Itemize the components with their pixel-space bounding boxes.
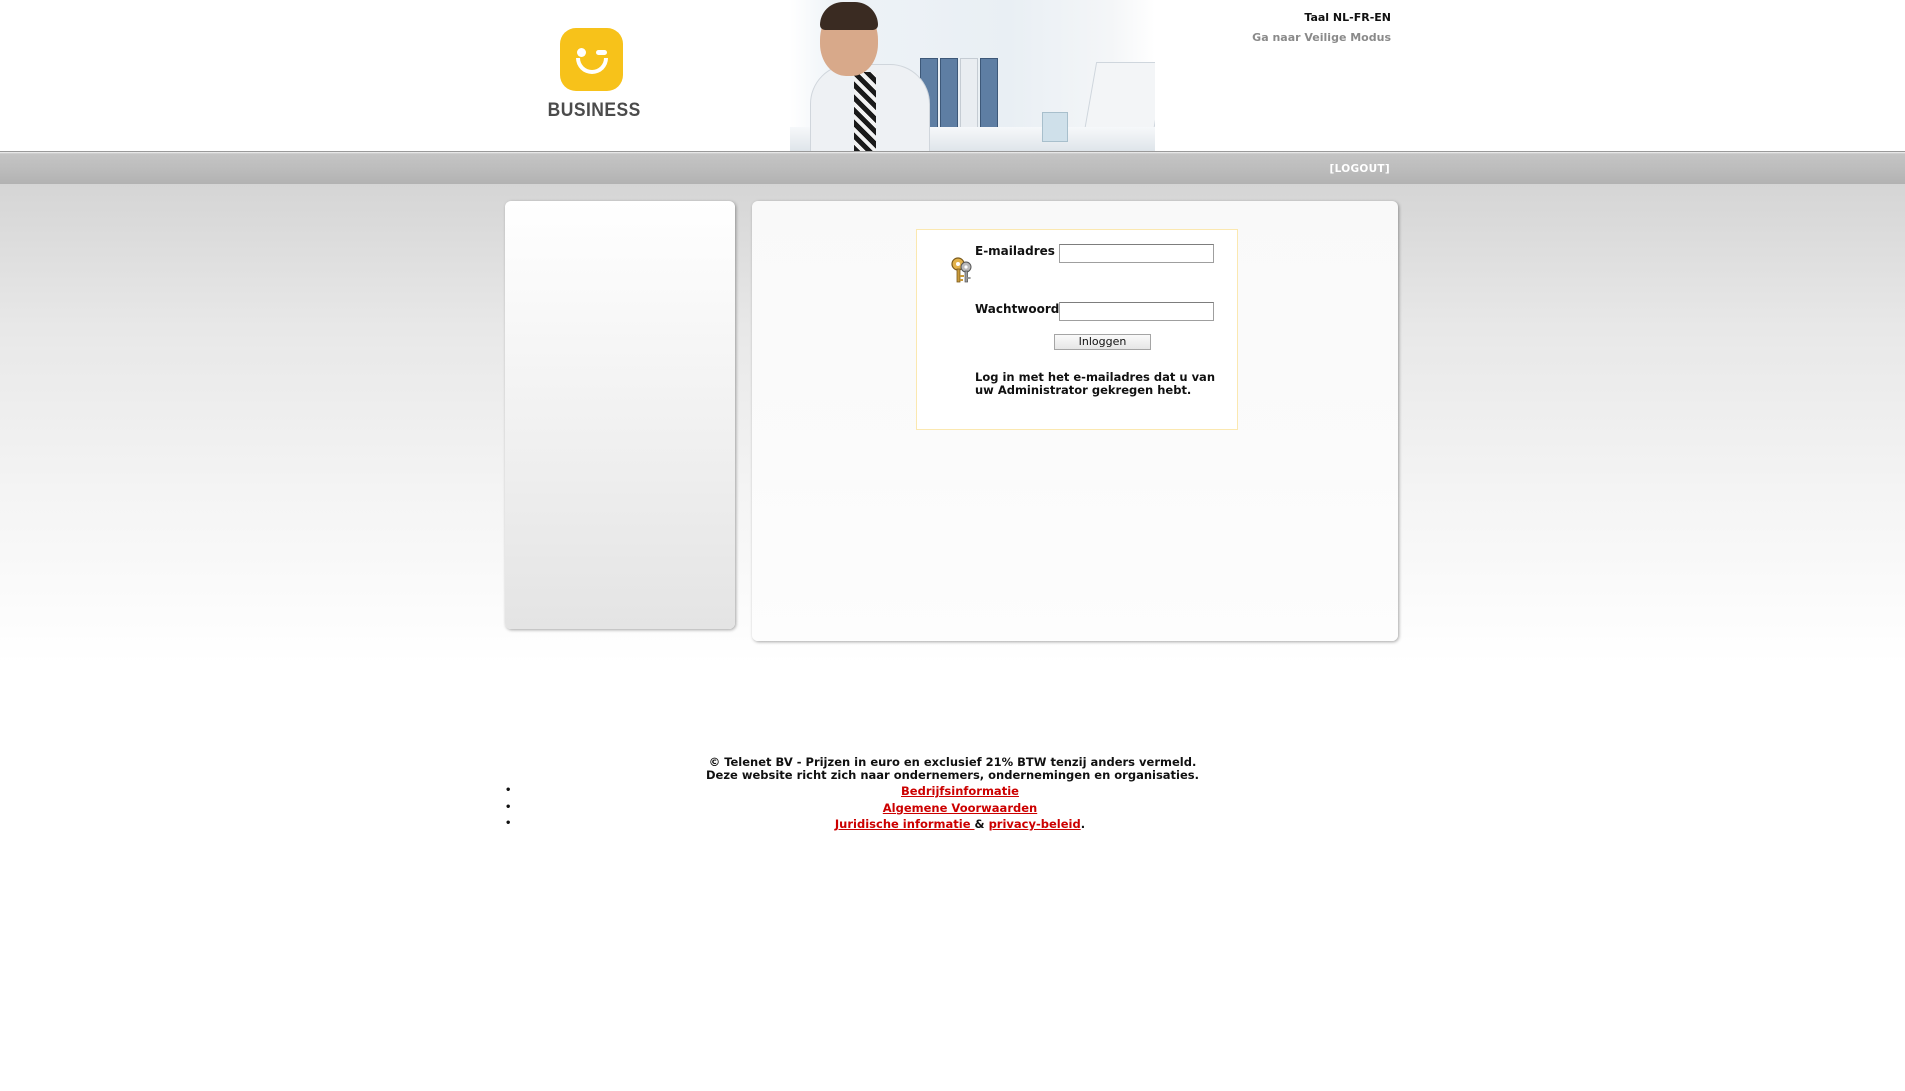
terms-link[interactable]: Algemene Voorwaarden (883, 801, 1037, 815)
logout-link[interactable]: [LOGOUT] (1325, 163, 1390, 175)
list-item: Bedrijfsinformatie (505, 783, 1415, 800)
header: BUSINESS Taal NL-FR-EN Ga naar Veilige M… (0, 0, 1905, 151)
company-info-link[interactable]: Bedrijfsinformatie (901, 784, 1019, 798)
lang-nl-link[interactable]: NL (1333, 11, 1349, 24)
smiley-logo-icon (560, 28, 623, 91)
login-hint-text: Log in met het e-mailadres dat u van uw … (975, 370, 1216, 397)
privacy-policy-link[interactable]: privacy-beleid (989, 817, 1081, 831)
legal-info-link[interactable]: Juridische informatie (835, 817, 975, 831)
email-field[interactable] (1059, 244, 1214, 263)
telenet-business-logo[interactable]: BUSINESS (544, 26, 641, 124)
safe-mode-link[interactable]: Ga naar Veilige Modus (1236, 31, 1391, 44)
lang-en-link[interactable]: EN (1374, 11, 1391, 24)
login-button[interactable]: Inloggen (1054, 334, 1151, 350)
copyright-line-2: Deze website richt zich naar ondernemers… (705, 768, 1200, 782)
email-label: E-mailadres (975, 244, 1055, 258)
header-banner-image (790, 0, 1155, 151)
list-item: Juridische informatie & privacy-beleid. (505, 816, 1415, 833)
list-item: Algemene Voorwaarden (505, 800, 1415, 817)
language-label: Taal (1304, 11, 1333, 24)
footer-links: Bedrijfsinformatie Algemene Voorwaarden … (505, 783, 1415, 833)
password-label: Wachtwoord (975, 302, 1060, 316)
logo-text: BUSINESS (547, 100, 641, 121)
copyright-text: © Telenet BV - Prijzen in euro en exclus… (0, 756, 1905, 782)
ampersand: & (974, 817, 985, 831)
sidebar-panel (505, 201, 735, 629)
lang-fr-link[interactable]: FR (1354, 11, 1370, 24)
keys-icon (951, 257, 972, 283)
password-field[interactable] (1059, 302, 1214, 321)
top-navbar: [LOGOUT] (0, 151, 1905, 184)
footer: © Telenet BV - Prijzen in euro en exclus… (0, 756, 1905, 832)
main-panel: E-mailadres Wachtwoord Inloggen Log in m… (752, 201, 1398, 641)
language-switcher: Taal NL-FR-EN (1304, 11, 1391, 24)
login-form: E-mailadres Wachtwoord Inloggen Log in m… (916, 229, 1238, 430)
